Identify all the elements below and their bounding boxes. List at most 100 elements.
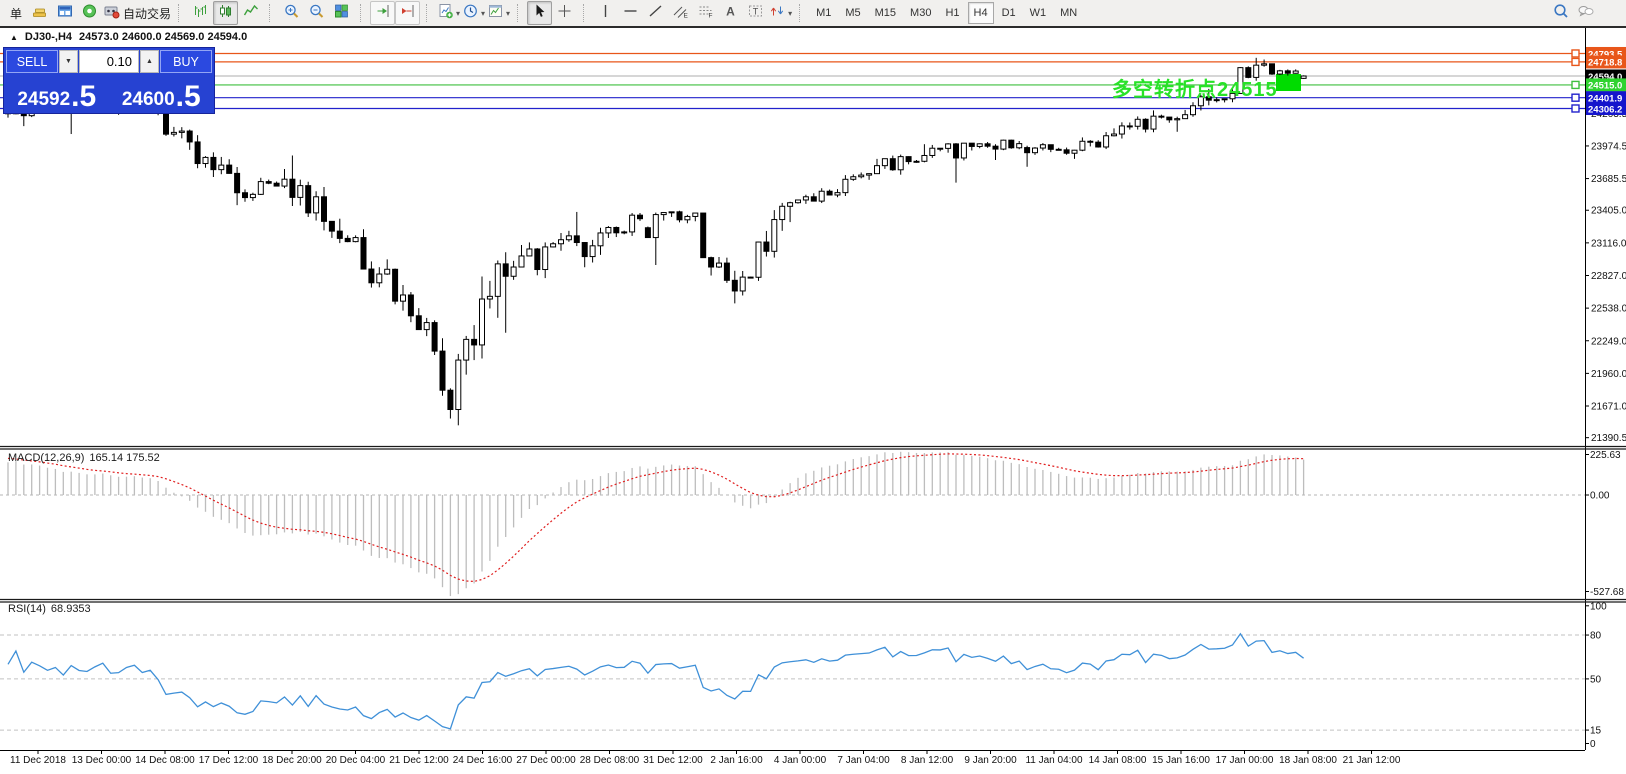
sell-button[interactable]: SELL bbox=[6, 50, 58, 73]
data-window[interactable] bbox=[52, 1, 77, 25]
time-axis-label: 18 Jan 08:00 bbox=[1279, 755, 1337, 766]
level-price-label: 24515.0 bbox=[1588, 81, 1622, 92]
fibonacci[interactable]: F bbox=[693, 1, 718, 25]
toolbar-separator bbox=[178, 4, 185, 22]
toolbar-separator bbox=[426, 4, 433, 22]
arrows[interactable]: ▾ bbox=[768, 1, 793, 25]
rsi-name: RSI(14) bbox=[8, 603, 46, 615]
text[interactable]: A bbox=[718, 1, 743, 25]
crosshair[interactable] bbox=[552, 1, 577, 25]
svg-text:E: E bbox=[684, 12, 689, 19]
dropdown-arrow-icon[interactable]: ▾ bbox=[506, 9, 510, 18]
price-axis-tick: 21390.5 bbox=[1591, 433, 1626, 444]
tf-m15[interactable]: M15 bbox=[869, 2, 902, 24]
bar-chart-mode[interactable] bbox=[188, 1, 213, 25]
level-drag-handle[interactable] bbox=[1572, 94, 1579, 101]
text-label[interactable]: T bbox=[743, 1, 768, 25]
periods[interactable]: ▾ bbox=[461, 1, 486, 25]
tf-m5[interactable]: M5 bbox=[839, 2, 866, 24]
textA-icon: A bbox=[722, 3, 739, 24]
auto-trading-label: 自动交易 bbox=[123, 5, 171, 22]
window-icon bbox=[56, 3, 73, 24]
trendline[interactable] bbox=[643, 1, 668, 25]
price-axis-tick: 23974.5 bbox=[1591, 141, 1626, 152]
cursor[interactable] bbox=[527, 1, 552, 25]
tf-m1[interactable]: M1 bbox=[810, 2, 837, 24]
navigator[interactable] bbox=[77, 1, 102, 25]
tf-h1[interactable]: H1 bbox=[939, 2, 965, 24]
rsi-line bbox=[8, 634, 1304, 729]
horizontal-level-lines[interactable] bbox=[0, 53, 1585, 108]
buy-price[interactable]: 24600 .5 bbox=[111, 74, 213, 111]
price-axis-tick: 23685.5 bbox=[1591, 174, 1626, 185]
vertical-line[interactable] bbox=[593, 1, 618, 25]
volume-input[interactable] bbox=[79, 50, 139, 73]
search[interactable] bbox=[1548, 1, 1573, 25]
time-axis-label: 4 Jan 00:00 bbox=[774, 755, 827, 766]
rsi-indicator-label: RSI(14) 68.9353 bbox=[8, 603, 91, 615]
volume-increase-button[interactable]: ▲ bbox=[140, 50, 159, 73]
equidistant-channel[interactable]: E bbox=[668, 1, 693, 25]
dropdown-arrow-icon[interactable]: ▾ bbox=[788, 9, 792, 18]
sell-price[interactable]: 24592 .5 bbox=[6, 74, 108, 111]
dropdown-arrow-icon[interactable]: ▾ bbox=[456, 9, 460, 18]
indicators[interactable]: ▾ bbox=[436, 1, 461, 25]
toolbar-separator bbox=[583, 4, 590, 22]
dropdown-arrow-icon[interactable]: ▾ bbox=[481, 9, 485, 18]
time-axis-label: 17 Jan 00:00 bbox=[1216, 755, 1274, 766]
time-axis-label: 28 Dec 08:00 bbox=[580, 755, 640, 766]
zoom-in[interactable] bbox=[279, 1, 304, 25]
time-axis-label: 14 Dec 08:00 bbox=[135, 755, 195, 766]
pane-separators[interactable] bbox=[0, 447, 1626, 603]
tile-windows[interactable] bbox=[329, 1, 354, 25]
main-toolbar: 单 自动交易 ▾ ▾ ▾ E FAT ▾ M1M5M15M30H1H4D1W1MN bbox=[0, 0, 1626, 26]
pivot-annotation-text[interactable]: 多空转折点24515 bbox=[1112, 73, 1278, 102]
price-axis-tick: 22827.0 bbox=[1591, 271, 1626, 282]
toolbar-separator bbox=[799, 4, 806, 22]
level-drag-handle[interactable] bbox=[1572, 105, 1579, 112]
templates[interactable]: ▾ bbox=[486, 1, 511, 25]
price-axis-tick: 21671.0 bbox=[1591, 402, 1626, 413]
chart-shift[interactable] bbox=[395, 1, 420, 25]
tf-mn[interactable]: MN bbox=[1054, 2, 1083, 24]
fibo-icon: F bbox=[697, 3, 714, 24]
zoom-out[interactable] bbox=[304, 1, 329, 25]
shift-icon bbox=[399, 3, 416, 24]
collapse-icon[interactable]: ▲ bbox=[10, 33, 18, 42]
toolbar-separator bbox=[360, 4, 367, 22]
tf-h4[interactable]: H4 bbox=[968, 2, 994, 24]
auto-scroll[interactable] bbox=[370, 1, 395, 25]
hline-icon bbox=[622, 3, 639, 24]
level-drag-handle[interactable] bbox=[1572, 50, 1579, 57]
tf-w1[interactable]: W1 bbox=[1024, 2, 1053, 24]
tline-icon bbox=[647, 3, 664, 24]
macd-axis-tick: 225.63 bbox=[1590, 450, 1621, 461]
price-axis-tick: 21960.0 bbox=[1591, 369, 1626, 380]
volume-decrease-button[interactable]: ▼ bbox=[59, 50, 78, 73]
level-drag-handle[interactable] bbox=[1572, 81, 1579, 88]
new-order[interactable]: 单 bbox=[2, 1, 27, 25]
time-axis-label: 2 Jan 16:00 bbox=[710, 755, 763, 766]
ohlc-readout: 24573.0 24600.0 24569.0 24594.0 bbox=[79, 31, 247, 43]
tf-m30[interactable]: M30 bbox=[904, 2, 937, 24]
horizontal-line[interactable] bbox=[618, 1, 643, 25]
market-watch[interactable] bbox=[27, 1, 52, 25]
shapes-icon bbox=[769, 3, 786, 24]
auto-trading[interactable]: 自动交易 bbox=[102, 1, 172, 25]
gold-icon bbox=[31, 3, 48, 24]
level-drag-handle[interactable] bbox=[1572, 58, 1579, 65]
time-axis-label: 18 Dec 20:00 bbox=[262, 755, 322, 766]
tf-d1[interactable]: D1 bbox=[996, 2, 1022, 24]
buy-button[interactable]: BUY bbox=[160, 50, 212, 73]
time-axis-label: 31 Dec 12:00 bbox=[643, 755, 703, 766]
sell-price-int: 24592 bbox=[17, 90, 70, 109]
rsi-axis-tick: 15 bbox=[1590, 726, 1602, 737]
price-chart[interactable]: 24263.523974.523685.523405.023116.022827… bbox=[0, 0, 1626, 774]
macd-values: 165.14 175.52 bbox=[89, 452, 159, 464]
chat[interactable] bbox=[1573, 1, 1598, 25]
time-axis-label: 21 Jan 12:00 bbox=[1343, 755, 1401, 766]
candlestick-mode[interactable] bbox=[213, 1, 238, 25]
line-chart-mode[interactable] bbox=[238, 1, 263, 25]
crosshair-icon bbox=[556, 3, 573, 24]
green-zone-marker[interactable] bbox=[1276, 74, 1301, 91]
